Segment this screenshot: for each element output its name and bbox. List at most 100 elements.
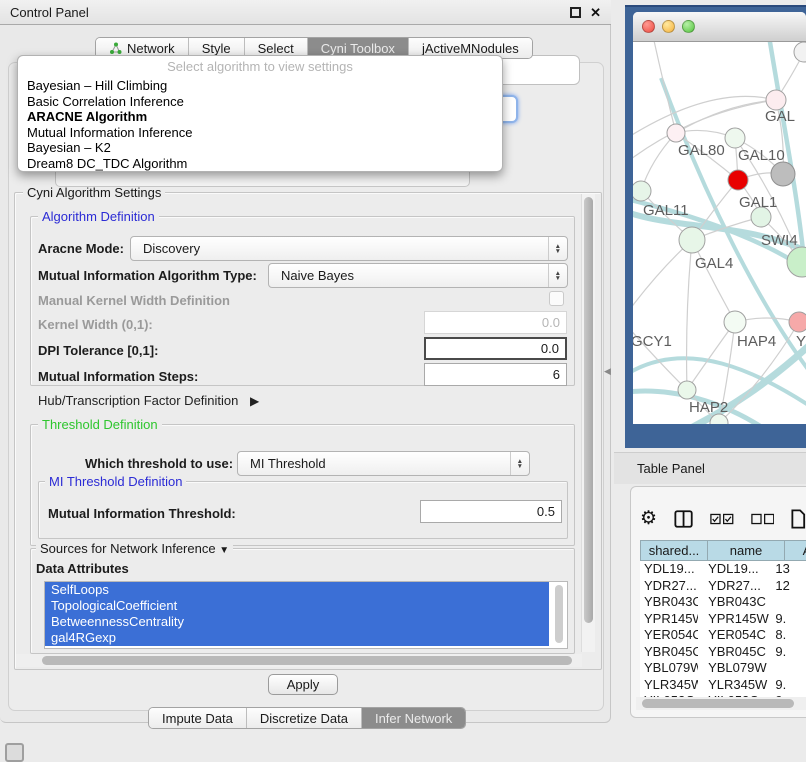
close-traffic-light-icon[interactable] [642, 20, 655, 33]
table-panel-titlebar: Table Panel [614, 452, 806, 484]
table-cell[interactable]: YBL079W [698, 660, 769, 677]
data-attributes-label: Data Attributes [36, 561, 129, 576]
table-row[interactable]: YBL079WYBL079W [640, 660, 806, 677]
scrollbar-thumb[interactable] [584, 197, 593, 623]
network-node[interactable] [728, 170, 748, 190]
algorithm-option[interactable]: Mutual Information Inference [18, 125, 502, 141]
stepper-arrows-icon: ▲▼ [548, 264, 567, 287]
attribute-item-selected[interactable]: TopologicalCoefficient [45, 598, 549, 614]
tab-impute-data[interactable]: Impute Data [149, 708, 246, 728]
table-cell[interactable] [769, 594, 806, 611]
scrollbar-thumb[interactable] [642, 699, 794, 708]
new-page-icon[interactable] [791, 508, 806, 530]
hub-definition-expander[interactable]: Hub/Transcription Factor Definition ▶ [38, 393, 259, 408]
table-cell[interactable]: YER054C [640, 627, 698, 644]
network-node-gal10[interactable] [725, 128, 745, 148]
mi-threshold-field[interactable]: 0.5 [420, 500, 562, 523]
table-cell[interactable]: YDR27... [640, 578, 698, 595]
table-cell[interactable]: YPR145W [698, 611, 769, 628]
aracne-mode-select[interactable]: Discovery ▲▼ [130, 236, 568, 261]
deselect-all-boxes-icon[interactable] [751, 513, 775, 525]
network-node[interactable] [771, 162, 795, 186]
table-cell[interactable]: 9. [769, 611, 806, 628]
gear-icon[interactable]: ⚙ [640, 509, 657, 529]
network-canvas[interactable]: GALGAL80GAL10GAL11GAL1GAL4SWI4GCY1HAP4YH… [633, 42, 806, 424]
table-row[interactable]: YER054CYER054C8. [640, 627, 806, 644]
select-all-checks-icon[interactable] [710, 513, 734, 525]
minimize-traffic-light-icon[interactable] [662, 20, 675, 33]
column-header[interactable]: shared... [640, 540, 708, 561]
network-window-titlebar[interactable] [633, 12, 806, 42]
table-cell[interactable]: 12 [769, 578, 806, 595]
settings-horizontal-scrollbar[interactable] [16, 654, 582, 667]
table-cell[interactable]: YBR045C [698, 644, 769, 661]
which-threshold-value: MI Threshold [250, 456, 326, 471]
zoom-traffic-light-icon[interactable] [682, 20, 695, 33]
attribute-item-selected[interactable]: SelfLoops [45, 582, 549, 598]
algorithm-option[interactable]: Dream8 DC_TDC Algorithm [18, 156, 502, 172]
algorithm-option[interactable]: Bayesian – Hill Climbing [18, 78, 502, 94]
list-scrollbar-thumb[interactable] [555, 585, 563, 643]
table-row[interactable]: YLR345WYLR345W9. [640, 677, 806, 694]
table-header-row: shared... name A [640, 540, 806, 561]
table-cell[interactable] [769, 660, 806, 677]
table-cell[interactable]: YDL19... [698, 561, 769, 578]
table-cell[interactable]: 9. [769, 677, 806, 694]
scrollbar-thumb[interactable] [42, 656, 572, 665]
attribute-item-selected[interactable]: gal4RGexp [45, 630, 549, 646]
table-cell[interactable]: YDR27... [698, 578, 769, 595]
table-cell[interactable]: YBR043C [640, 594, 698, 611]
algorithm-option[interactable]: Bayesian – K2 [18, 140, 502, 156]
table-cell[interactable]: 9. [769, 644, 806, 661]
table-cell[interactable]: 8. [769, 627, 806, 644]
split-columns-icon[interactable] [674, 509, 693, 529]
apply-button[interactable]: Apply [268, 674, 338, 695]
table-row[interactable]: YDR27...YDR27...12 [640, 578, 806, 595]
table-cell[interactable]: YER054C [698, 627, 769, 644]
table-cell[interactable]: 13 [769, 561, 806, 578]
network-node-gal11[interactable] [633, 181, 651, 201]
network-node-swi4[interactable] [787, 247, 806, 277]
table-cell[interactable]: YBR043C [698, 594, 769, 611]
docked-panel-icon[interactable] [5, 743, 24, 762]
table-row[interactable]: YDL19...YDL19...13 [640, 561, 806, 578]
network-node-hap2[interactable] [678, 381, 696, 399]
table-cell[interactable]: YBR045C [640, 644, 698, 661]
dpi-tolerance-field[interactable]: 0.0 [424, 337, 567, 360]
table-horizontal-scrollbar[interactable] [636, 697, 806, 710]
tab-label: Impute Data [162, 711, 233, 726]
data-attributes-list[interactable]: SelfLoops TopologicalCoefficient Between… [44, 581, 568, 649]
algorithm-option[interactable]: Basic Correlation Inference [18, 94, 502, 110]
table-row[interactable]: YPR145WYPR145W9. [640, 611, 806, 628]
network-node[interactable] [794, 42, 806, 62]
table-cell[interactable]: YDL19... [640, 561, 698, 578]
column-header[interactable]: A [785, 540, 806, 561]
table-cell[interactable]: YLR345W [698, 677, 769, 694]
table-cell[interactable]: YLR345W [640, 677, 698, 694]
manual-kernel-checkbox[interactable] [549, 291, 564, 306]
network-node-gal80[interactable] [667, 124, 685, 142]
table-cell[interactable]: YPR145W [640, 611, 698, 628]
close-icon[interactable]: ✕ [590, 7, 601, 18]
which-threshold-select[interactable]: MI Threshold ▲▼ [237, 451, 530, 476]
network-node-gal[interactable] [766, 90, 786, 110]
network-node-gal4[interactable] [679, 227, 705, 253]
float-panel-icon[interactable] [570, 7, 581, 18]
tab-infer-network[interactable]: Infer Network [361, 708, 465, 728]
algorithm-option-selected[interactable]: ARACNE Algorithm [18, 109, 502, 125]
tab-discretize-data[interactable]: Discretize Data [246, 708, 361, 728]
settings-vertical-scrollbar[interactable] [581, 194, 595, 652]
kernel-width-field[interactable]: 0.0 [424, 311, 567, 334]
mi-steps-field[interactable]: 6 [424, 363, 567, 386]
table-row[interactable]: YBR043CYBR043C [640, 594, 806, 611]
network-node-hap4[interactable] [724, 311, 746, 333]
mi-type-select[interactable]: Naive Bayes ▲▼ [268, 263, 568, 288]
table-row[interactable]: YBR045CYBR045C9. [640, 644, 806, 661]
splitter-collapse-icon[interactable]: ◀ [604, 366, 611, 377]
column-header[interactable]: name [708, 540, 785, 561]
sources-group-title[interactable]: Sources for Network Inference ▼ [36, 541, 233, 556]
table-cell[interactable]: YBL079W [640, 660, 698, 677]
attribute-item-selected[interactable]: BetweennessCentrality [45, 614, 549, 630]
network-node-y[interactable] [789, 312, 806, 332]
mi-steps-label: Mutual Information Steps: [38, 369, 198, 384]
